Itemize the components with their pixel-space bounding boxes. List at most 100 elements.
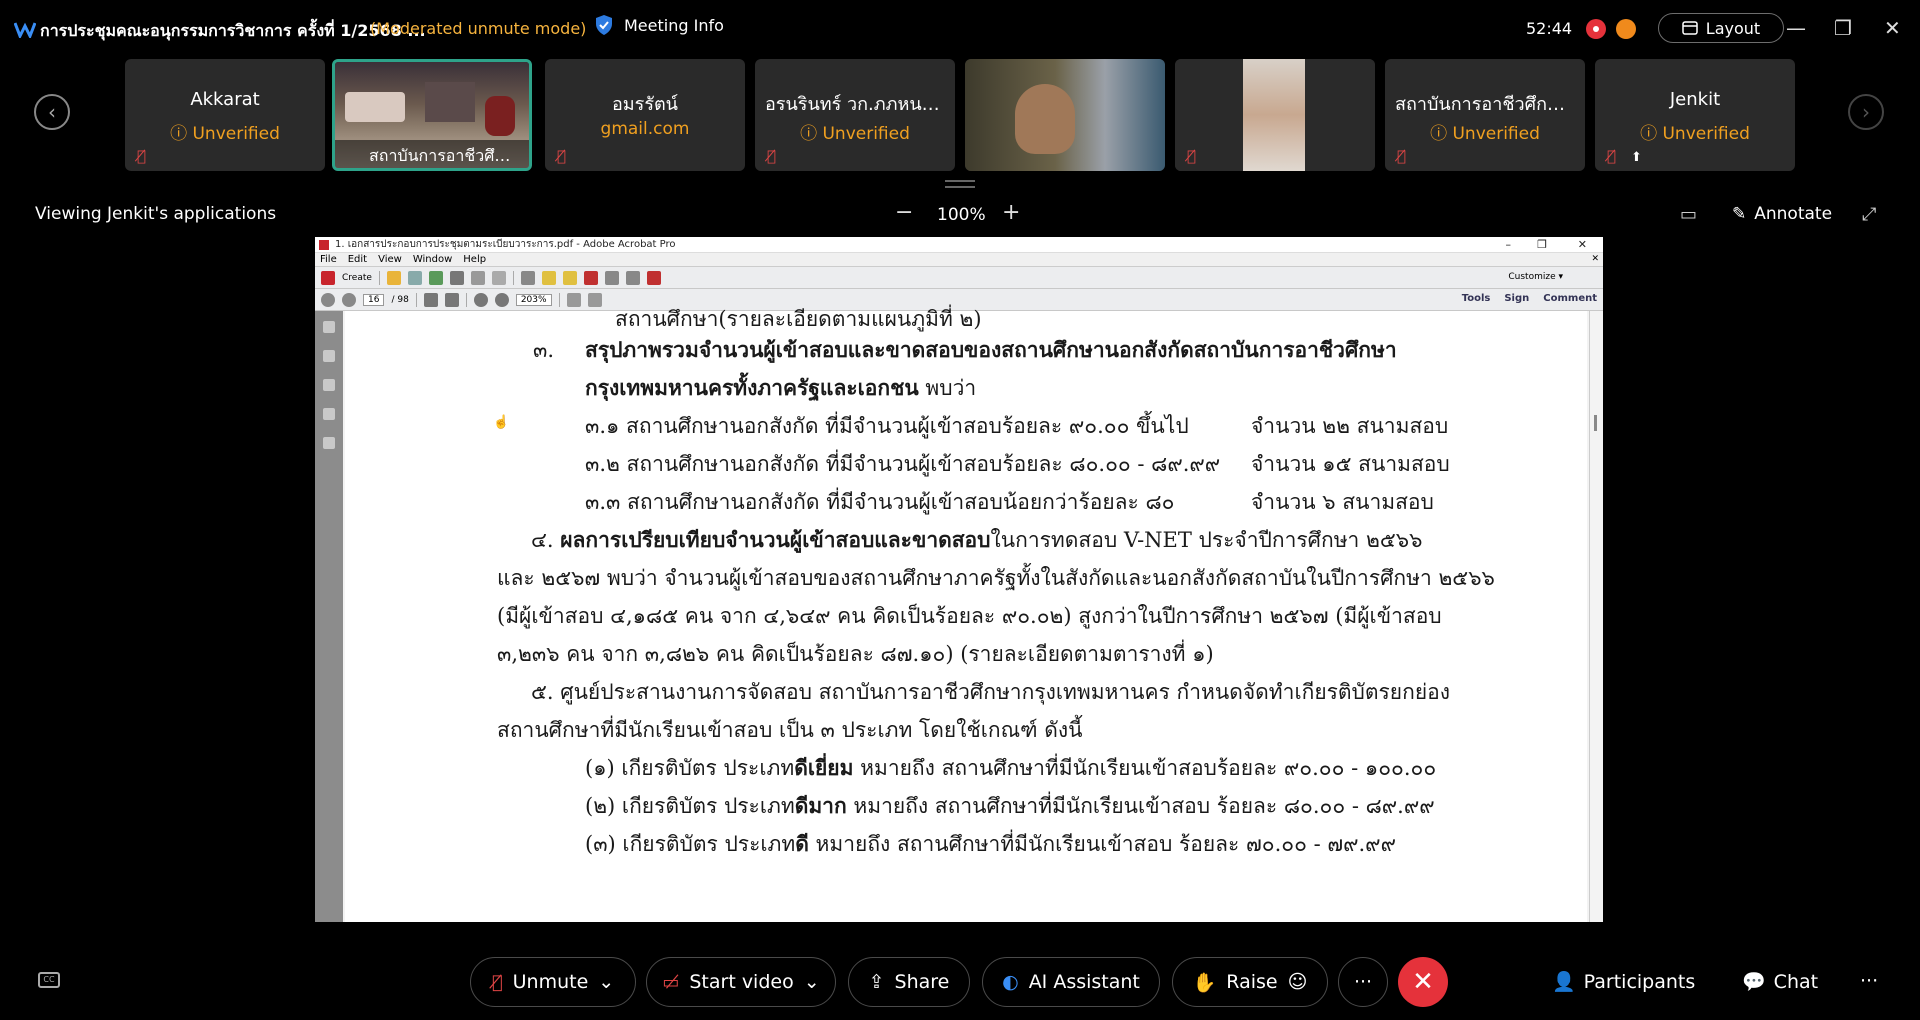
doc-line: จำนวน ๒๒ สนามสอบ [1251, 414, 1449, 438]
leave-meeting-button[interactable]: ✕ [1398, 957, 1448, 1007]
fit-page-icon[interactable] [566, 292, 581, 307]
customize-dropdown[interactable]: Customize ▾ [1508, 272, 1563, 282]
stamp-icon[interactable] [583, 270, 598, 285]
more-panels-button[interactable]: ··· [1860, 970, 1878, 992]
minimize-icon[interactable]: — [1786, 16, 1806, 40]
muted-mic-icon: 🎙̸ [1187, 147, 1197, 165]
attach-icon[interactable] [604, 270, 619, 285]
vertical-scrollbar[interactable] [1589, 311, 1601, 922]
create-button[interactable]: Create [342, 273, 372, 283]
tools-tab[interactable]: Tools [1462, 293, 1491, 304]
navigation-pane [315, 311, 343, 922]
prev-page-icon[interactable]: ‹ [34, 94, 70, 130]
participant-tile[interactable]: สถาบันการอาชีวศึกษา... ⓘ Unverified 🎙̸ [1385, 59, 1585, 171]
hand-icon[interactable] [444, 292, 459, 307]
open-icon[interactable] [386, 270, 401, 285]
raise-hand-icon: ✋ [1192, 971, 1217, 994]
menu-view[interactable]: View [378, 254, 402, 265]
start-video-label: Start video [689, 971, 794, 993]
page-number-input[interactable]: 16 [363, 293, 385, 306]
share-view-bar: Viewing Jenkit's applications − 100% + ▭… [0, 196, 1920, 236]
menu-window[interactable]: Window [413, 254, 452, 265]
chat-label: Chat [1773, 970, 1819, 993]
doc-line: ๔. ผลการเปรียบเทียบจำนวนผู้เข้าสอบและขาด… [531, 527, 1423, 552]
acrobat-title-bar: 1. เอกสารประกอบการประชุมตามระเบียบวาระกา… [315, 237, 1603, 253]
doc-line: ๓,๒๓๖ คน จาก ๓,๘๒๖ คน คิดเป็นร้อยละ ๘๗.๑… [497, 642, 1214, 666]
page-up-icon[interactable] [321, 292, 335, 307]
bookmarks-icon[interactable] [323, 350, 335, 362]
zoom-in-icon[interactable]: + [1002, 200, 1020, 225]
menu-help[interactable]: Help [463, 254, 486, 265]
close-icon[interactable]: ✕ [1578, 238, 1587, 251]
sign-tab[interactable]: Sign [1504, 293, 1529, 304]
participant-tile-video[interactable]: 🎙̸ [1175, 59, 1375, 171]
participant-tile[interactable]: อรนรินทร์ วก.ภภหนองจ... ⓘ Unverified 🎙̸ [755, 59, 955, 171]
menu-edit[interactable]: Edit [348, 254, 367, 265]
viewing-label: Viewing Jenkit's applications [35, 204, 277, 224]
edit-icon[interactable] [470, 270, 485, 285]
participant-tile-active[interactable]: สถาบันการอาชีวศึก... [332, 59, 532, 171]
next-page-icon[interactable]: › [1848, 94, 1884, 130]
form-icon[interactable] [625, 270, 640, 285]
layout-button[interactable]: Layout [1658, 13, 1784, 43]
comment-tab[interactable]: Comment [1543, 293, 1597, 304]
zoom-out-icon[interactable] [473, 292, 488, 307]
chevron-down-icon[interactable]: ⌄ [804, 971, 820, 993]
signatures-icon[interactable] [323, 437, 335, 449]
acrobat-menu-bar: File Edit View Window Help ✕ [315, 253, 1603, 267]
annotate-button[interactable]: ✎ Annotate [1732, 204, 1832, 224]
email-icon[interactable] [491, 270, 506, 285]
zoom-input[interactable]: 203% [515, 293, 552, 306]
close-doc-icon[interactable]: ✕ [1591, 254, 1599, 264]
menu-file[interactable]: File [320, 254, 337, 265]
fit-width-icon[interactable] [587, 292, 602, 307]
more-options-button[interactable]: ··· [1338, 957, 1388, 1007]
muted-mic-icon: 🎙̸ [767, 147, 777, 165]
participant-tile[interactable]: Jenkit ⓘ Unverified 🎙̸ ⬆ [1595, 59, 1795, 171]
muted-mic-icon: 🎙̸ [491, 971, 503, 993]
doc-line: สถานศึกษาที่มีนักเรียนเข้าสอบ เป็น ๓ ประ… [497, 718, 1083, 742]
restore-icon[interactable]: ❐ [1537, 238, 1547, 251]
layers-icon[interactable] [323, 408, 335, 420]
comment-icon[interactable] [541, 270, 556, 285]
doc-line: (๓) เกียรติบัตร ประเภทดี หมายถึง สถานศึก… [585, 831, 1396, 856]
zoom-out-icon[interactable]: − [895, 200, 913, 225]
participant-tile[interactable]: อมรรัตน์ gmail.com 🎙̸ [545, 59, 745, 171]
close-icon[interactable]: ✕ [1884, 16, 1901, 40]
resize-handle[interactable] [945, 180, 975, 188]
save-icon[interactable] [407, 270, 422, 285]
participant-tile-video[interactable] [965, 59, 1165, 171]
ai-assistant-button[interactable]: ◐ AI Assistant [982, 957, 1160, 1007]
participant-tile[interactable]: Akkarat ⓘ Unverified 🎙̸ [125, 59, 325, 171]
participants-button[interactable]: 👤 Participants [1552, 970, 1695, 994]
fullscreen-icon[interactable]: ⤢ [1862, 204, 1876, 225]
cloud-icon[interactable] [428, 270, 443, 285]
chat-button[interactable]: 💬 Chat [1742, 970, 1819, 994]
doc-line: (๑) เกียรติบัตร ประเภทดีเยี่ยม หมายถึง ส… [585, 755, 1437, 780]
unmute-button[interactable]: 🎙̸ Unmute ⌄ [470, 957, 636, 1007]
recording-icon[interactable] [1586, 19, 1606, 39]
settings-icon[interactable] [520, 270, 535, 285]
screen-icon[interactable]: ▭ [1680, 204, 1697, 225]
start-video-button[interactable]: ▭̸ Start video ⌄ [646, 957, 836, 1007]
audio-level-icon[interactable] [1616, 19, 1636, 39]
page-down-icon[interactable] [342, 292, 356, 307]
highlight-icon[interactable] [562, 270, 577, 285]
closed-captions-icon[interactable]: CC [38, 972, 60, 988]
chevron-down-icon[interactable]: ⌄ [598, 971, 614, 993]
meeting-title: การประชุมคณะอนุกรรมการวิชาการ ครั้งที่ 1… [40, 21, 426, 40]
restore-icon[interactable]: ❐ [1834, 16, 1852, 40]
raise-button[interactable]: ✋ Raise ☺ [1172, 957, 1328, 1007]
meeting-info-button[interactable]: Meeting Info [594, 14, 724, 36]
minimize-icon[interactable]: – [1506, 238, 1512, 251]
reaction-icon[interactable]: ☺ [1288, 971, 1308, 993]
sign-icon[interactable] [646, 270, 661, 285]
doc-line: จำนวน ๖ สนามสอบ [1251, 490, 1434, 514]
pages-icon[interactable] [323, 321, 335, 333]
select-icon[interactable] [423, 292, 438, 307]
zoom-in-icon[interactable] [494, 292, 509, 307]
attachments-icon[interactable] [323, 379, 335, 391]
meeting-timer: 52:44 [1526, 19, 1573, 38]
share-button[interactable]: ⇪ Share [848, 957, 970, 1007]
print-icon[interactable] [449, 270, 464, 285]
